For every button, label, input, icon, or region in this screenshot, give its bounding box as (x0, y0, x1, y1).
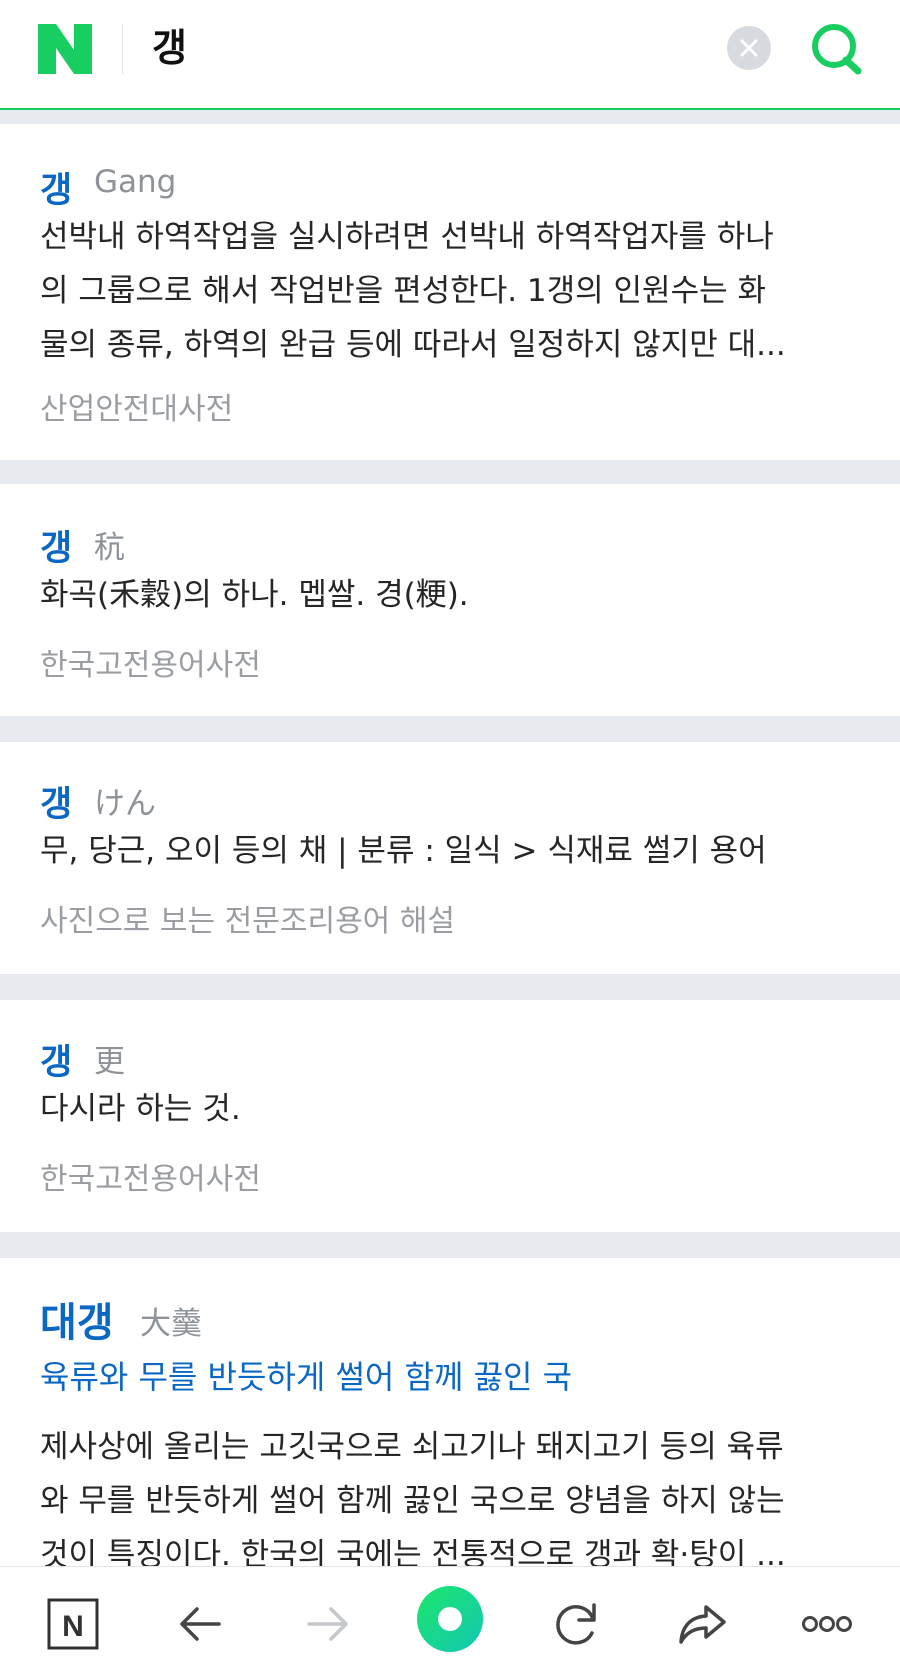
result-description: 화곡(禾穀)의 하나. 멥쌀. 경(粳). (40, 568, 870, 622)
description-line: 와 무를 반듯하게 썰어 함께 끓인 국으로 양념을 하지 않는 (40, 1483, 785, 1519)
result-source[interactable]: 사진으로 보는 전문조리용어 해설 (40, 896, 455, 940)
result-subtitle: 秔 (94, 530, 125, 566)
description-line: 다시라 하는 것. (40, 1091, 241, 1127)
search-icon (812, 24, 862, 75)
result-title[interactable]: 갱 (40, 520, 72, 571)
naver-logo-icon[interactable] (38, 24, 92, 74)
result-title[interactable]: 갱 (40, 1034, 72, 1085)
back-arrow-icon (180, 1607, 221, 1641)
description-line: 의 그룹으로 해서 작업반을 편성한다. 1갱의 인원수는 화 (40, 273, 766, 309)
description-line: 제사상에 올리는 고깃국으로 쇠고기나 돼지고기 등의 육류 (40, 1429, 784, 1465)
description-line: 물의 종류, 하역의 완급 등에 따라서 일정하지 않지만 대... (40, 327, 786, 363)
share-button[interactable] (668, 1589, 738, 1659)
green-dot-icon (417, 1586, 483, 1652)
search-header: 갱 (0, 0, 900, 110)
result-card[interactable]: 갱 Gang 선박내 하역작업을 실시하려면 선박내 하역작업자를 하나 의 그… (0, 124, 900, 460)
result-description: 다시라 하는 것. (40, 1082, 870, 1136)
result-card[interactable]: 대갱 大羹 육류와 무를 반듯하게 썰어 함께 끓인 국 제사상에 올리는 고깃… (0, 1258, 900, 1573)
result-source[interactable]: 한국고전용어사전 (40, 640, 261, 684)
search-button[interactable] (808, 20, 866, 78)
clear-search-button[interactable] (727, 26, 771, 70)
description-line: 무, 당근, 오이 등의 채 | 분류 : 일식 > 식재료 썰기 용어 (40, 833, 767, 869)
result-subtitle: 更 (94, 1044, 125, 1080)
result-title[interactable]: 대갱 (40, 1290, 114, 1348)
home-letter: N (62, 1610, 84, 1643)
result-card[interactable]: 갱 けん 무, 당근, 오이 등의 채 | 분류 : 일식 > 식재료 썰기 용… (0, 742, 900, 974)
refresh-icon (556, 1603, 596, 1645)
back-button[interactable] (166, 1589, 236, 1659)
naver-home-button[interactable]: N (38, 1589, 108, 1659)
result-card[interactable]: 갱 更 다시라 하는 것. 한국고전용어사전 (0, 1000, 900, 1232)
naver-home-icon: N (47, 1598, 99, 1650)
result-title[interactable]: 갱 (40, 776, 72, 827)
result-description: 선박내 하역작업을 실시하려면 선박내 하역작업자를 하나 의 그룹으로 해서 … (40, 210, 870, 372)
close-icon (740, 39, 758, 57)
description-line: 화곡(禾穀)의 하나. 멥쌀. 경(粳). (40, 577, 469, 613)
result-title[interactable]: 갱 (40, 162, 72, 213)
result-description: 제사상에 올리는 고깃국으로 쇠고기나 돼지고기 등의 육류 와 무를 반듯하게… (40, 1420, 870, 1582)
header-divider (122, 24, 123, 74)
result-source[interactable]: 산업안전대사전 (40, 384, 233, 428)
description-line: 선박내 하역작업을 실시하려면 선박내 하역작업자를 하나 (40, 219, 774, 255)
result-subtitle: Gang (94, 164, 177, 200)
result-source[interactable]: 한국고전용어사전 (40, 1154, 261, 1198)
more-button[interactable] (792, 1589, 862, 1659)
bottom-navigation-bar: N (0, 1566, 900, 1680)
more-icon (802, 1616, 852, 1632)
result-description: 무, 당근, 오이 등의 채 | 분류 : 일식 > 식재료 썰기 용어 (40, 824, 870, 878)
share-icon (679, 1605, 726, 1644)
green-dot-button[interactable] (414, 1583, 486, 1655)
result-subtitle: けん (94, 786, 156, 822)
search-query[interactable]: 갱 (152, 20, 187, 76)
result-card[interactable]: 갱 秔 화곡(禾穀)의 하나. 멥쌀. 경(粳). 한국고전용어사전 (0, 484, 900, 716)
forward-arrow-icon (307, 1607, 348, 1641)
result-summary-link[interactable]: 육류와 무를 반듯하게 썰어 함께 끓인 국 (40, 1352, 572, 1398)
forward-button[interactable] (292, 1589, 362, 1659)
refresh-button[interactable] (541, 1589, 611, 1659)
result-subtitle: 大羹 (140, 1306, 202, 1342)
